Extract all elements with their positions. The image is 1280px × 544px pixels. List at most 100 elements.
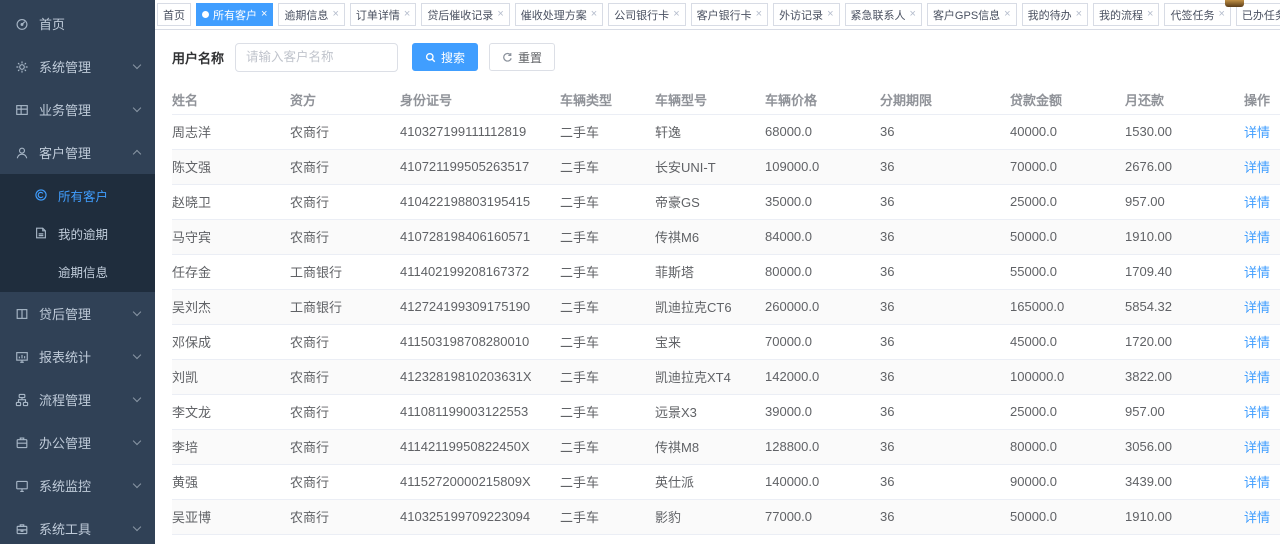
table-row: 任存金工商银行411402199208167372二手车菲斯塔80000.036…	[172, 254, 1280, 289]
cell-id-number: 410325199709223094	[400, 499, 560, 534]
table-row: 刘凯农商行41232819810203631X二手车凯迪拉克XT4142000.…	[172, 359, 1280, 394]
tab-首页[interactable]: 首页	[157, 3, 191, 26]
detail-link[interactable]: 详情	[1244, 475, 1270, 490]
cell-vehicle-price: 84000.0	[765, 219, 880, 254]
sidebar-item-all-customers[interactable]: 所有客户	[0, 176, 155, 214]
close-icon[interactable]: ×	[261, 9, 267, 20]
close-icon[interactable]: ×	[1004, 9, 1010, 20]
close-icon[interactable]: ×	[332, 9, 338, 20]
close-icon[interactable]: ×	[1076, 9, 1082, 20]
cell-vehicle-type: 二手车	[560, 394, 655, 429]
close-icon[interactable]: ×	[591, 9, 597, 20]
tab-催收处理方案[interactable]: 催收处理方案×	[515, 3, 603, 26]
cell-vehicle-price: 77000.0	[765, 499, 880, 534]
table-row: 李培农商行41142119950822450X二手车传祺M8128800.036…	[172, 429, 1280, 464]
sidebar-item-report-stats[interactable]: 报表统计	[0, 335, 155, 378]
tab-label: 我的流程	[1099, 7, 1143, 23]
sidebar-item-process-mgmt[interactable]: 流程管理	[0, 378, 155, 421]
column-header-funder: 资方	[290, 85, 400, 114]
detail-link[interactable]: 详情	[1244, 370, 1270, 385]
cell-actions: 详情	[1244, 499, 1280, 534]
chevron-down-icon	[133, 104, 141, 112]
grid-icon	[14, 102, 30, 118]
search-button[interactable]: 搜索	[412, 43, 478, 71]
tab-公司银行卡[interactable]: 公司银行卡×	[608, 3, 685, 26]
detail-link[interactable]: 详情	[1244, 195, 1270, 210]
detail-link[interactable]: 详情	[1244, 440, 1270, 455]
cell-loan-amount	[1010, 534, 1125, 544]
sidebar-item-customer-mgmt[interactable]: 客户管理	[0, 131, 155, 174]
sidebar-item-home[interactable]: 首页	[0, 2, 155, 45]
cell-vehicle-type: 二手车	[560, 359, 655, 394]
close-icon[interactable]: ×	[910, 9, 916, 20]
tab-代签任务[interactable]: 代签任务×	[1164, 3, 1230, 26]
cell-loan-amount: 50000.0	[1010, 499, 1125, 534]
cell-loan-amount: 25000.0	[1010, 184, 1125, 219]
sidebar-item-business-mgmt[interactable]: 业务管理	[0, 88, 155, 131]
tab-所有客户[interactable]: 所有客户×	[196, 3, 273, 26]
close-icon[interactable]: ×	[673, 9, 679, 20]
close-icon[interactable]: ×	[756, 9, 762, 20]
tab-label: 客户银行卡	[697, 7, 752, 23]
search-icon	[425, 52, 436, 63]
cell-vehicle-type: 二手车	[560, 114, 655, 149]
cell-monthly-payment: 1709.40	[1125, 254, 1244, 289]
cell-id-number: 411402199208167372	[400, 254, 560, 289]
cell-vehicle-model: 英仕派	[655, 464, 765, 499]
close-icon[interactable]: ×	[1147, 9, 1153, 20]
detail-link[interactable]: 详情	[1244, 125, 1270, 140]
table-row: 吴亚博农商行410325199709223094二手车影豹77000.03650…	[172, 499, 1280, 534]
close-icon[interactable]: ×	[1218, 9, 1224, 20]
cell-funder: 农商行	[290, 429, 400, 464]
tab-紧急联系人[interactable]: 紧急联系人×	[845, 3, 922, 26]
cell-vehicle-price: 140000.0	[765, 464, 880, 499]
tab-客户GPS信息[interactable]: 客户GPS信息×	[927, 3, 1017, 26]
tab-我的待办[interactable]: 我的待办×	[1022, 3, 1088, 26]
detail-link[interactable]: 详情	[1244, 160, 1270, 175]
close-icon[interactable]: ×	[497, 9, 503, 20]
detail-link[interactable]: 详情	[1244, 265, 1270, 280]
chevron-down-icon	[133, 394, 141, 402]
cell-installment-term: 36	[880, 429, 1010, 464]
cell-funder: 农商行	[290, 359, 400, 394]
close-icon[interactable]: ×	[827, 9, 833, 20]
detail-link[interactable]: 详情	[1244, 230, 1270, 245]
tab-客户银行卡[interactable]: 客户银行卡 ×	[691, 3, 768, 26]
cell-vehicle-model: 帝豪GS	[655, 184, 765, 219]
sidebar-item-my-overdue[interactable]: 我的逾期	[0, 214, 155, 252]
blank-icon	[33, 263, 49, 279]
cell-name: 王某某	[172, 534, 290, 544]
cell-monthly-payment: 1910.00	[1125, 219, 1244, 254]
reset-button[interactable]: 重置	[489, 43, 555, 71]
sidebar-item-label: 系统监控	[39, 476, 134, 495]
cell-name: 黄强	[172, 464, 290, 499]
tab-订单详情[interactable]: 订单详情×	[350, 3, 416, 26]
cell-funder: 农商行	[290, 394, 400, 429]
tab-外访记录[interactable]: 外访记录×	[773, 3, 839, 26]
cell-name: 李文龙	[172, 394, 290, 429]
table-row: 吴刘杰工商银行412724199309175190二手车凯迪拉克CT626000…	[172, 289, 1280, 324]
sidebar-item-overdue-info[interactable]: 逾期信息	[0, 252, 155, 290]
sidebar-item-postloan-mgmt[interactable]: 贷后管理	[0, 292, 155, 335]
cell-vehicle-price: 128800.0	[765, 429, 880, 464]
cell-actions: 详情	[1244, 254, 1280, 289]
sidebar-item-system-mgmt[interactable]: 系统管理	[0, 45, 155, 88]
detail-link[interactable]: 详情	[1244, 405, 1270, 420]
table-row: 黄强农商行41152720000215809X二手车英仕派140000.0369…	[172, 464, 1280, 499]
close-icon[interactable]: ×	[404, 9, 410, 20]
sidebar-item-system-monitor[interactable]: 系统监控	[0, 464, 155, 507]
cell-vehicle-price: 109000.0	[765, 149, 880, 184]
detail-link[interactable]: 详情	[1244, 510, 1270, 525]
cell-id-number: 410721199505263517	[400, 149, 560, 184]
avatar-image[interactable]	[1225, 0, 1244, 7]
tab-逾期信息[interactable]: 逾期信息×	[278, 3, 344, 26]
detail-link[interactable]: 详情	[1244, 300, 1270, 315]
sidebar-item-office-mgmt[interactable]: 办公管理	[0, 421, 155, 464]
cell-actions: 详情	[1244, 149, 1280, 184]
column-header-loan-amount: 贷款金额	[1010, 85, 1125, 114]
sidebar-item-system-tools[interactable]: 系统工具	[0, 507, 155, 544]
search-input[interactable]	[235, 43, 398, 72]
tab-贷后催收记录[interactable]: 贷后催收记录×	[421, 3, 509, 26]
detail-link[interactable]: 详情	[1244, 335, 1270, 350]
tab-我的流程[interactable]: 我的流程 ×	[1093, 3, 1159, 26]
